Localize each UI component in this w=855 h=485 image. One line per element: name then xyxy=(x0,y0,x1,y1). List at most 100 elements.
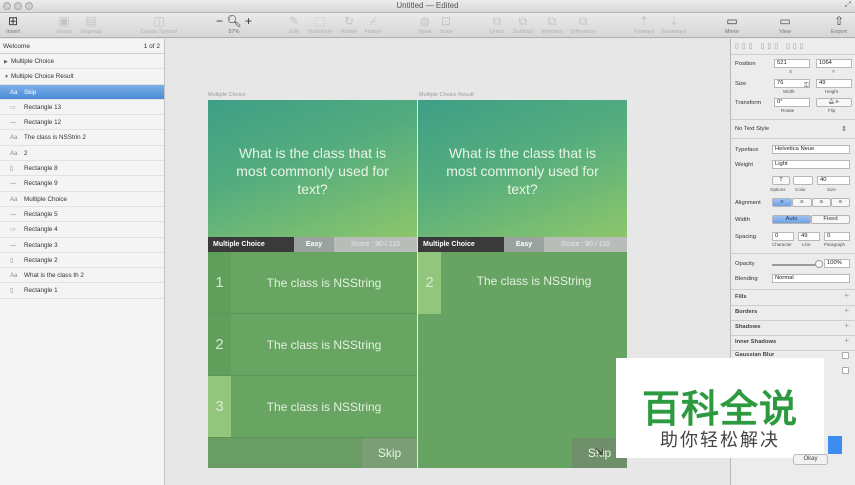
answer-option[interactable]: 3 The class is NSString xyxy=(208,376,417,438)
layer-row[interactable]: ▯ Rectangle 2 xyxy=(0,253,164,269)
layer-row[interactable]: ▼ Multiple Choice Result xyxy=(0,69,164,85)
answer-option[interactable]: 2 The class is NSString xyxy=(208,314,417,376)
blending-select[interactable]: Normal xyxy=(772,274,850,283)
zoom-control[interactable]: − 🔍︎ +57% xyxy=(216,14,252,35)
backward-button[interactable]: ⇣ Backward xyxy=(659,14,689,35)
gaussian-blur-checkbox[interactable] xyxy=(842,352,849,359)
artboard-label[interactable]: Multiple Choice xyxy=(208,92,246,98)
difficulty-label: Easy xyxy=(504,237,544,252)
add-border-icon[interactable]: + xyxy=(844,306,849,315)
weight-label: Weight xyxy=(735,162,753,168)
zoom-in-button[interactable]: + xyxy=(245,14,252,28)
rotate-field[interactable]: 0° xyxy=(774,98,810,107)
okay-button[interactable]: Okay xyxy=(793,454,828,465)
edit-button[interactable]: ✎ Edit xyxy=(286,14,302,35)
lock-icon[interactable]: ⚿ xyxy=(804,83,809,90)
layer-label: Rectangle 3 xyxy=(24,241,58,249)
character-spacing-field[interactable]: 0 xyxy=(772,232,794,241)
chevron-updown-icon[interactable]: ⇕ xyxy=(841,125,847,133)
flatten-button[interactable]: ⌿ Flatten xyxy=(362,14,384,35)
borders-section[interactable]: Borders xyxy=(735,309,757,315)
layer-row[interactable]: ▭ Rectangle 4 xyxy=(0,222,164,238)
layer-row[interactable]: Aa Skip xyxy=(0,84,164,100)
layer-row[interactable]: ▯ Rectangle 1 xyxy=(0,283,164,299)
fullscreen-icon[interactable]: ⤢ xyxy=(845,0,851,10)
disclosure-down-icon[interactable]: ▼ xyxy=(4,70,11,85)
typeface-field[interactable]: Helvetica Neue xyxy=(772,145,850,154)
square-icon: ▯ xyxy=(10,288,14,295)
shadows-section[interactable]: Shadows xyxy=(735,324,760,330)
layer-row[interactable]: ▶ Multiple Choice xyxy=(0,54,164,70)
flip-horizontal-icon[interactable]: ⧋ xyxy=(829,99,834,105)
y-field[interactable]: 1064 xyxy=(816,59,852,68)
layer-row[interactable]: ▯ Rectangle 8 xyxy=(0,161,164,177)
layer-row[interactable]: — Rectangle 3 xyxy=(0,238,164,253)
ungroup-button[interactable]: ▤ Ungroup xyxy=(78,14,104,35)
auto-width-button[interactable]: Auto xyxy=(772,215,811,224)
artboard-multiple-choice[interactable]: What is the class that is most commonly … xyxy=(208,100,417,468)
layer-row[interactable]: Aa 2 xyxy=(0,146,164,162)
layer-label: Rectangle 13 xyxy=(24,103,62,111)
layer-row[interactable]: — Rectangle 12 xyxy=(0,115,164,131)
answer-option[interactable]: 1 The class is NSString xyxy=(208,252,417,314)
text-style-select[interactable]: No Text Style xyxy=(735,126,769,132)
layer-row[interactable]: Aa The class is NSStrin 2 xyxy=(0,130,164,146)
answer-option[interactable]: 2 The class is NSString xyxy=(418,252,627,314)
score-label: Score : 90 / 110 xyxy=(544,237,627,252)
x-field[interactable]: 521 xyxy=(774,59,810,68)
align-right-button[interactable]: ≡ xyxy=(812,198,831,207)
align-left-button[interactable]: ≡ xyxy=(772,198,792,207)
paragraph-spacing-field[interactable]: 0 xyxy=(824,232,850,241)
add-shadow-icon[interactable]: + xyxy=(844,321,849,330)
layer-label: 2 xyxy=(24,149,28,157)
insert-button[interactable]: ⊞ Insert xyxy=(3,14,23,35)
opacity-field[interactable]: 100% xyxy=(824,259,850,268)
add-inner-shadow-icon[interactable]: + xyxy=(844,336,849,345)
font-size-field[interactable]: 40 xyxy=(817,176,850,185)
mask-button[interactable]: ◍ Mask xyxy=(416,14,434,35)
inner-shadows-section[interactable]: Inner Shadows xyxy=(735,339,776,345)
intersect-button[interactable]: ⧉ Intersect xyxy=(538,14,566,35)
artboard-label[interactable]: Multiple Choice Result xyxy=(419,92,474,98)
opacity-slider-knob[interactable] xyxy=(815,260,823,268)
text-options-button[interactable]: T xyxy=(772,176,790,185)
subtract-button[interactable]: ⧉ Subtract xyxy=(510,14,536,35)
line-spacing-field[interactable]: 49 xyxy=(798,232,820,241)
fixed-width-button[interactable]: Fixed xyxy=(811,215,850,224)
layer-row[interactable]: — Rectangle 9 xyxy=(0,176,164,192)
flip-vertical-icon[interactable]: ⊳ xyxy=(836,99,840,105)
page-selector[interactable]: Welcome 1 of 2 xyxy=(0,39,164,54)
artboard-multiple-choice-result[interactable]: What is the class that is most commonly … xyxy=(418,100,627,468)
skip-button[interactable]: Skip xyxy=(362,438,417,468)
align-justify-button[interactable]: ≡ xyxy=(831,198,850,207)
align-center-button[interactable]: ≡ xyxy=(792,198,812,207)
view-button[interactable]: ▭ View xyxy=(776,14,794,35)
option-checkbox[interactable] xyxy=(842,367,849,374)
export-button[interactable]: ⇧ Export xyxy=(828,14,850,35)
disclosure-right-icon[interactable]: ▶ xyxy=(4,55,11,70)
create-symbol-button[interactable]: ◫ Create Symbol xyxy=(136,14,182,35)
layer-row[interactable]: Aa What is the class th 2 xyxy=(0,268,164,284)
mirror-button[interactable]: ▭ Mirror xyxy=(721,14,743,35)
union-button[interactable]: ⧉ Union xyxy=(486,14,508,35)
layer-row[interactable]: ▭ Rectangle 13 xyxy=(0,100,164,116)
forward-button[interactable]: ⇡ Forward xyxy=(631,14,657,35)
transform-button[interactable]: ⬚ Transform xyxy=(305,14,335,35)
layer-row[interactable]: — Rectangle 5 xyxy=(0,207,164,223)
rotate-sublabel: Rotate xyxy=(781,108,795,113)
rotate-button[interactable]: ↻ Rotate xyxy=(338,14,360,35)
scale-button[interactable]: ⊡ Scale xyxy=(436,14,456,35)
weight-select[interactable]: Light xyxy=(772,160,850,169)
align-icon[interactable]: ▯▯▯ ▯▯▯ ▯▯▯ xyxy=(735,43,807,50)
text-color-well[interactable] xyxy=(793,176,813,185)
fills-section[interactable]: Fills xyxy=(735,294,747,300)
align-toolbar[interactable]: ▯▯▯ ▯▯▯ ▯▯▯ xyxy=(735,42,807,50)
opacity-slider[interactable] xyxy=(772,264,818,266)
group-button[interactable]: ▣ Group xyxy=(52,14,76,35)
height-field[interactable]: 49 xyxy=(816,79,852,88)
layer-row[interactable]: Aa Multiple Choice xyxy=(0,192,164,207)
zoom-out-button[interactable]: − xyxy=(216,14,223,28)
difference-button[interactable]: ⧉ Difference xyxy=(568,14,598,35)
flip-buttons[interactable]: ⧋ ⊳ xyxy=(816,98,852,107)
add-fill-icon[interactable]: + xyxy=(844,291,849,300)
